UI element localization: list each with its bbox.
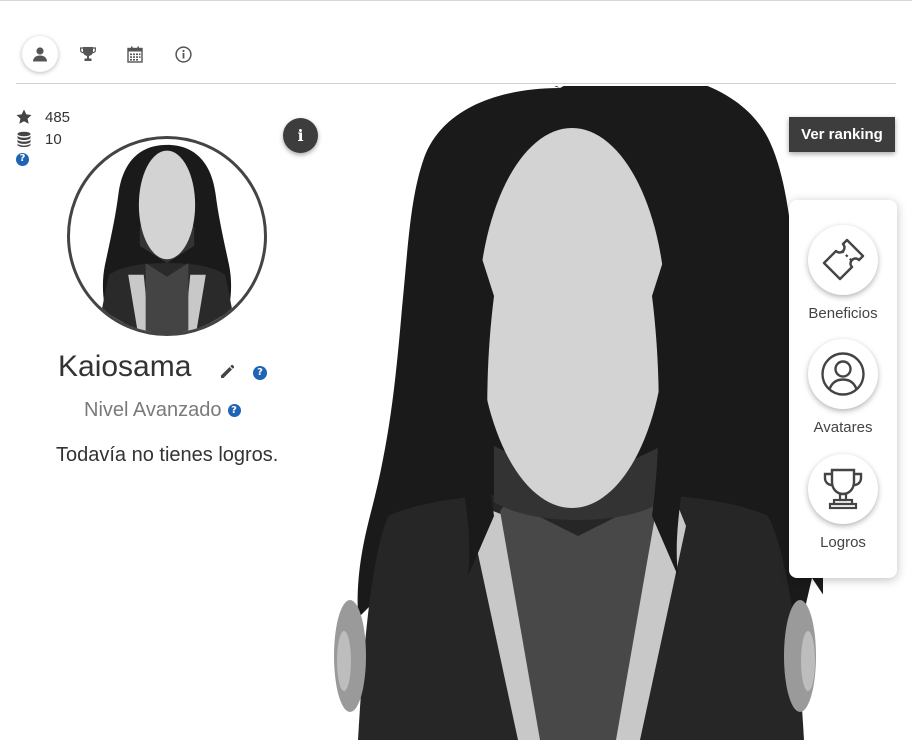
user-circle-icon	[821, 352, 865, 396]
achievements-button[interactable]	[808, 454, 878, 524]
user-icon	[33, 47, 47, 62]
benefits-button[interactable]	[808, 225, 878, 295]
top-divider	[0, 0, 912, 1]
username: Kaiosama	[58, 350, 192, 383]
benefits-label: Beneficios	[808, 305, 878, 322]
user-stats: 485 10 ?	[16, 106, 70, 168]
info-icon	[174, 45, 192, 63]
points-value: 485	[45, 108, 71, 126]
calendar-icon	[127, 46, 143, 63]
level-label: Nivel Avanzado	[84, 399, 222, 421]
avatars-button[interactable]	[808, 339, 878, 409]
avatar-silhouette	[97, 144, 237, 333]
edit-username-button[interactable]	[219, 364, 235, 385]
user-level: Nivel Avanzado ?	[84, 399, 241, 422]
pencil-icon	[221, 364, 235, 378]
question-circle-icon[interactable]: ?	[16, 152, 29, 166]
points-stat: 485	[16, 106, 70, 128]
avatar-info-button[interactable]: i	[283, 118, 318, 153]
achievements-label: Logros	[820, 534, 866, 551]
tab-achievements[interactable]	[70, 36, 106, 72]
side-item-avatars[interactable]: Avatares	[789, 339, 897, 436]
profile-tabs	[16, 36, 896, 84]
side-item-benefits[interactable]: Beneficios	[789, 225, 897, 322]
level-help-icon[interactable]: ?	[227, 404, 241, 417]
ticket-icon	[822, 238, 865, 281]
avatars-label: Avatares	[813, 419, 873, 436]
achievements-empty-message: Todavía no tienes logros.	[56, 444, 279, 466]
star-icon	[16, 109, 32, 124]
coins-stat: 10	[16, 128, 70, 150]
side-item-achievements[interactable]: Logros	[789, 454, 897, 551]
tab-calendar[interactable]	[117, 36, 153, 72]
trophy-icon	[80, 47, 96, 61]
large-avatar-figure	[334, 86, 823, 740]
trophy-outline-icon	[823, 468, 863, 510]
side-menu: Beneficios Avatares Logros	[789, 200, 897, 578]
stats-help: ?	[16, 150, 70, 168]
avatar	[67, 136, 267, 336]
ranking-button[interactable]: Ver ranking	[789, 117, 895, 152]
username-help-icon[interactable]: ?	[253, 366, 267, 380]
tab-info[interactable]	[165, 36, 201, 72]
tab-profile[interactable]	[22, 36, 58, 72]
database-icon	[17, 131, 31, 147]
coins-value: 10	[45, 130, 62, 148]
